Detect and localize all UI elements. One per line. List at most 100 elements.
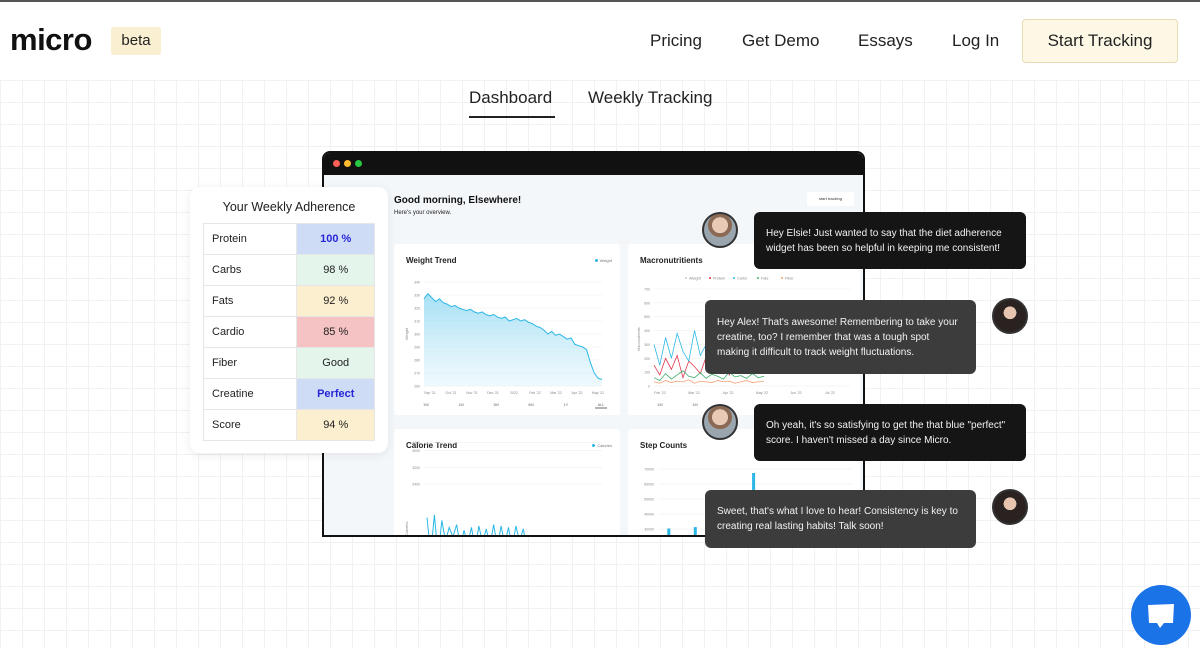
nav-essays[interactable]: Essays — [858, 31, 913, 51]
legend-dot-icon — [709, 277, 711, 279]
y-tick-label: 290 — [414, 346, 420, 350]
legend-dot-icon — [733, 277, 735, 279]
step-bar — [667, 528, 671, 535]
y-tick-label: 600 — [644, 301, 650, 305]
chat-message: Hey Alex! That's awesome! Remembering to… — [705, 300, 976, 374]
range-button[interactable]: ALL — [598, 403, 605, 407]
adherence-label: Fats — [202, 285, 298, 317]
start-tracking-button[interactable]: Start Tracking — [1022, 19, 1178, 63]
y-tick-label: 200 — [644, 357, 650, 361]
x-tick-label: 2022 — [510, 391, 518, 395]
x-tick-label: May '22 — [756, 391, 768, 395]
support-chat-button[interactable] — [1131, 585, 1191, 645]
y-axis-label: Calories — [404, 522, 409, 537]
y-tick-label: 340 — [414, 281, 420, 285]
chat-message: Hey Elsie! Just wanted to say that the d… — [754, 212, 1026, 269]
avatar-elsie — [992, 298, 1028, 334]
series-line-fiber — [653, 379, 765, 384]
x-tick-label: Mar '22 — [550, 391, 562, 395]
weekly-adherence-card: Your Weekly Adherence Protein 100 % Carbs 9… — [190, 187, 388, 453]
y-tick-label: 0 — [648, 385, 650, 389]
step-bar — [693, 527, 697, 535]
avatar-alex — [702, 212, 738, 248]
window-titlebar — [324, 153, 863, 175]
logo[interactable]: micro — [10, 22, 92, 58]
y-tick-label: 30000 — [644, 528, 654, 532]
y-tick-label: 400 — [644, 329, 650, 333]
start-tracking-mini-button[interactable]: start tracking — [807, 192, 854, 206]
range-button[interactable]: 6M — [528, 403, 533, 407]
legend-label: Carbs — [737, 276, 747, 280]
adherence-label: Cardio — [202, 316, 298, 348]
y-tick-label: 4400 — [412, 441, 420, 445]
x-tick-label: May '22 — [592, 391, 604, 395]
adherence-label: Protein — [202, 223, 298, 255]
y-tick-label: 280 — [414, 359, 420, 363]
adherence-title: Your Weekly Adherence — [222, 200, 356, 214]
calorie-trend-card: Calorie Trend Calories 4400 4000 3200 2400 C… — [394, 429, 620, 537]
x-tick-label: Sep '21 — [424, 391, 436, 395]
x-tick-label: Nov '21 — [466, 391, 478, 395]
tab-weekly-tracking[interactable]: Weekly Tracking — [588, 88, 712, 108]
x-tick-label: Jun '22 — [790, 391, 801, 395]
adherence-value: Perfect — [296, 378, 375, 410]
nav-log-in[interactable]: Log In — [952, 31, 999, 51]
y-tick-label: 260 — [414, 385, 420, 389]
legend-label: Fiber — [785, 276, 794, 280]
y-tick-label: 700 — [644, 288, 650, 292]
adherence-value: 94 % — [296, 409, 375, 441]
chat-message: Sweet, that's what I love to hear! Consi… — [705, 490, 976, 548]
weight-trend-chart: 340 330 320 310 300 290 280 270 260 Weight Sep '21… — [404, 281, 607, 409]
y-tick-label: 300 — [414, 333, 420, 337]
range-button[interactable]: 1M — [692, 403, 697, 407]
adherence-row: Creatine Perfect — [202, 378, 375, 410]
chat-message: Oh yeah, it's so satisfying to get the t… — [754, 404, 1026, 461]
chat-bubble-icon — [1148, 604, 1174, 628]
legend-dot-icon — [757, 277, 759, 279]
legend-dot-icon — [685, 277, 687, 279]
adherence-value: 92 % — [296, 285, 375, 317]
adherence-row: Fiber Good — [202, 347, 375, 379]
nav-get-demo[interactable]: Get Demo — [742, 31, 819, 51]
x-tick-label: Mar '22 — [688, 391, 700, 395]
x-tick-label: Dec '21 — [487, 391, 499, 395]
maximize-dot-icon — [355, 160, 362, 167]
y-tick-label: 50000 — [644, 498, 654, 502]
adherence-value: 100 % — [296, 223, 375, 255]
adherence-label: Creatine — [202, 378, 298, 410]
adherence-label: Score — [202, 409, 298, 441]
active-tab-indicator — [469, 116, 555, 118]
y-tick-label: 300 — [644, 343, 650, 347]
x-tick-label: Oct '21 — [446, 391, 457, 395]
overview-subtitle: Here's your overview. — [394, 210, 452, 216]
y-tick-label: 4000 — [412, 449, 420, 453]
adherence-label: Fiber — [202, 347, 298, 379]
legend-dot-icon — [781, 277, 783, 279]
calorie-line — [426, 514, 525, 535]
y-tick-label: 270 — [414, 372, 420, 376]
calorie-trend-chart: 4400 4000 3200 2400 Calories — [404, 441, 602, 537]
range-button[interactable]: 1M — [458, 403, 463, 407]
y-tick-label: 40000 — [644, 513, 654, 517]
adherence-value: 98 % — [296, 254, 375, 286]
beta-badge: beta — [111, 27, 161, 55]
legend-label: Weight — [689, 276, 702, 280]
tab-dashboard[interactable]: Dashboard — [469, 88, 552, 108]
x-tick-label: Apr '22 — [723, 391, 734, 395]
avatar-elsie — [992, 489, 1028, 525]
adherence-label: Carbs — [202, 254, 298, 286]
y-tick-label: 320 — [414, 307, 420, 311]
range-button[interactable]: 1W — [657, 403, 663, 407]
x-tick-label: Feb '22 — [529, 391, 541, 395]
range-button[interactable]: 1W — [423, 403, 429, 407]
legend-label: Protein — [713, 276, 725, 280]
x-tick-label: Jul '22 — [825, 391, 835, 395]
nav-pricing[interactable]: Pricing — [650, 31, 702, 51]
minimize-dot-icon — [344, 160, 351, 167]
range-button[interactable]: 1Y — [564, 403, 569, 407]
adherence-row: Protein 100 % — [202, 223, 375, 255]
adherence-row: Carbs 98 % — [202, 254, 375, 286]
range-button[interactable]: 3M — [493, 403, 498, 407]
close-dot-icon — [333, 160, 340, 167]
y-tick-label: 330 — [414, 294, 420, 298]
